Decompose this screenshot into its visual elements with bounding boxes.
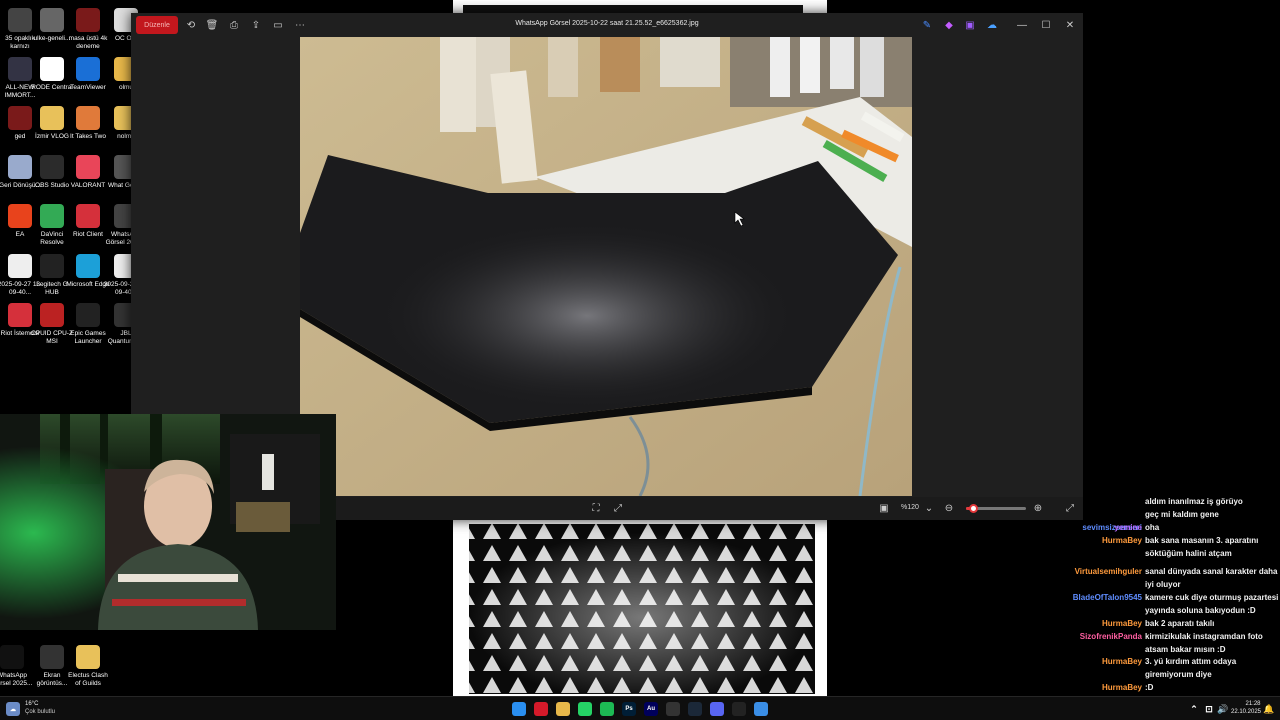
- game-controller-icon[interactable]: [666, 702, 680, 716]
- chat-username[interactable]: BladeOfTalon9545: [1073, 592, 1142, 605]
- desktop-screen: 35 opaklık karnızı ulke-geneli... masa üst…: [0, 0, 1280, 720]
- discord-icon[interactable]: [710, 702, 724, 716]
- edge-icon: [76, 254, 100, 278]
- chat-username[interactable]: SizofrenikPanda: [1080, 631, 1142, 644]
- audition-icon[interactable]: Au: [644, 702, 658, 716]
- chat-text: 3. yü kırdım attım odaya giremiyorum diy…: [1145, 657, 1237, 679]
- obs-icon: [40, 155, 64, 179]
- weather-description[interactable]: Çok bulutlu: [25, 709, 55, 715]
- chevron-down-icon[interactable]: ⌄: [922, 501, 936, 515]
- chat-text: bak sana masanın 3. aparatını söktüğüm h…: [1145, 536, 1259, 558]
- riot-icon: [76, 204, 100, 228]
- chat-username[interactable]: yemine: [1114, 522, 1142, 535]
- teamviewer-icon: [76, 57, 100, 81]
- davinci-icon: [40, 204, 64, 228]
- displayed-photo: [300, 37, 912, 496]
- file-icon: [76, 8, 100, 32]
- folder-icon: [40, 106, 64, 130]
- chat-text: oha: [1145, 523, 1160, 532]
- chat-text: aldım inanılmaz iş görüyo: [1145, 497, 1243, 506]
- chat-text: :D: [1145, 683, 1154, 692]
- phone-icon: [0, 645, 24, 669]
- actual-size-icon[interactable]: ⤢: [611, 501, 625, 515]
- background-window-top: [453, 0, 827, 14]
- app-icon-3[interactable]: ▣: [963, 18, 977, 32]
- folder-icon: [76, 645, 100, 669]
- spotify-icon[interactable]: [600, 702, 614, 716]
- close-icon[interactable]: ✕: [1063, 18, 1077, 32]
- fit-to-window-icon[interactable]: ⛶: [589, 501, 603, 515]
- cpuz-icon: [40, 303, 64, 327]
- chat-username[interactable]: HurmaBey: [1102, 535, 1142, 548]
- audio-meter-icon[interactable]: [732, 702, 746, 716]
- chat-username[interactable]: HurmaBey: [1102, 682, 1142, 695]
- slideshow-icon[interactable]: ▣: [877, 501, 891, 515]
- desktop-icon-label: Electus Clash of Guilds: [68, 672, 108, 687]
- windows-start-icon[interactable]: [512, 702, 526, 716]
- game-icon: [76, 106, 100, 130]
- chat-text: geç mi kaldım gene: [1145, 510, 1219, 519]
- chevron-up-icon[interactable]: ⌃: [1187, 702, 1201, 716]
- zoom-slider[interactable]: [966, 504, 1026, 513]
- chat-text: bak 2 aparatı takılı: [1145, 619, 1215, 628]
- steam-icon[interactable]: [688, 702, 702, 716]
- photoshop-icon[interactable]: Ps: [622, 702, 636, 716]
- chat-username[interactable]: HurmaBey: [1102, 656, 1142, 669]
- file-explorer-icon[interactable]: [556, 702, 570, 716]
- zoom-level[interactable]: %120: [901, 504, 919, 511]
- clock-date[interactable]: 22.10.2025: [1228, 709, 1264, 715]
- chat-username[interactable]: HurmaBey: [1102, 618, 1142, 631]
- whatsapp-icon[interactable]: [578, 702, 592, 716]
- stream-chat: aldım inanılmaz iş görüyo geç mi kaldım g…: [1040, 496, 1280, 718]
- viewer-titlebar: Düzenle ⟲ 🗑 ⎙ ⇪ ▭ ⋯ WhatsApp Görsel 2025…: [131, 13, 1083, 37]
- photos-icon[interactable]: [754, 702, 768, 716]
- maximize-icon[interactable]: ☐: [1039, 18, 1053, 32]
- webcam-overlay: [0, 414, 336, 630]
- chat-text: sanal dünyada sanal karakter daha iyi ol…: [1145, 567, 1278, 589]
- epic-icon: [76, 303, 100, 327]
- zoom-out-icon[interactable]: ⊖: [942, 501, 956, 515]
- app-icon-2[interactable]: ◆: [942, 18, 956, 32]
- valorant-icon: [76, 155, 100, 179]
- app-icon-1[interactable]: ✎: [920, 18, 934, 32]
- app-icon-4[interactable]: ☁: [985, 18, 999, 32]
- chat-text: kirmizikulak instagramdan foto atsam bak…: [1145, 632, 1263, 654]
- desktop-icon[interactable]: Electus Clash of Guilds: [65, 645, 111, 688]
- weather-icon[interactable]: ☁: [6, 702, 20, 716]
- weather-temperature[interactable]: 16°C: [25, 701, 38, 707]
- opera-icon[interactable]: [534, 702, 548, 716]
- chat-username[interactable]: Virtualsemihguler: [1075, 566, 1142, 579]
- chat-text: kamere cuk diye oturmuş pazartesi yayınd…: [1145, 593, 1279, 615]
- network-icon[interactable]: ⊡: [1202, 702, 1216, 716]
- screenshot-icon: [40, 645, 64, 669]
- zoom-slider-thumb[interactable]: [969, 504, 979, 513]
- taskbar: ☁ 16°C Çok bulutlu Ps Au ⌃ ⊡ 🔊 21:28 22.1…: [0, 696, 1280, 720]
- logitech-icon: [40, 254, 64, 278]
- background-image-lattice: [453, 520, 827, 696]
- window-title: WhatsApp Görsel 2025-10-22 saat 21.25.52…: [515, 20, 699, 27]
- image-icon: [40, 8, 64, 32]
- minimize-icon[interactable]: —: [1015, 18, 1029, 32]
- rode-icon: [40, 57, 64, 81]
- notification-icon[interactable]: 🔔: [1262, 702, 1276, 716]
